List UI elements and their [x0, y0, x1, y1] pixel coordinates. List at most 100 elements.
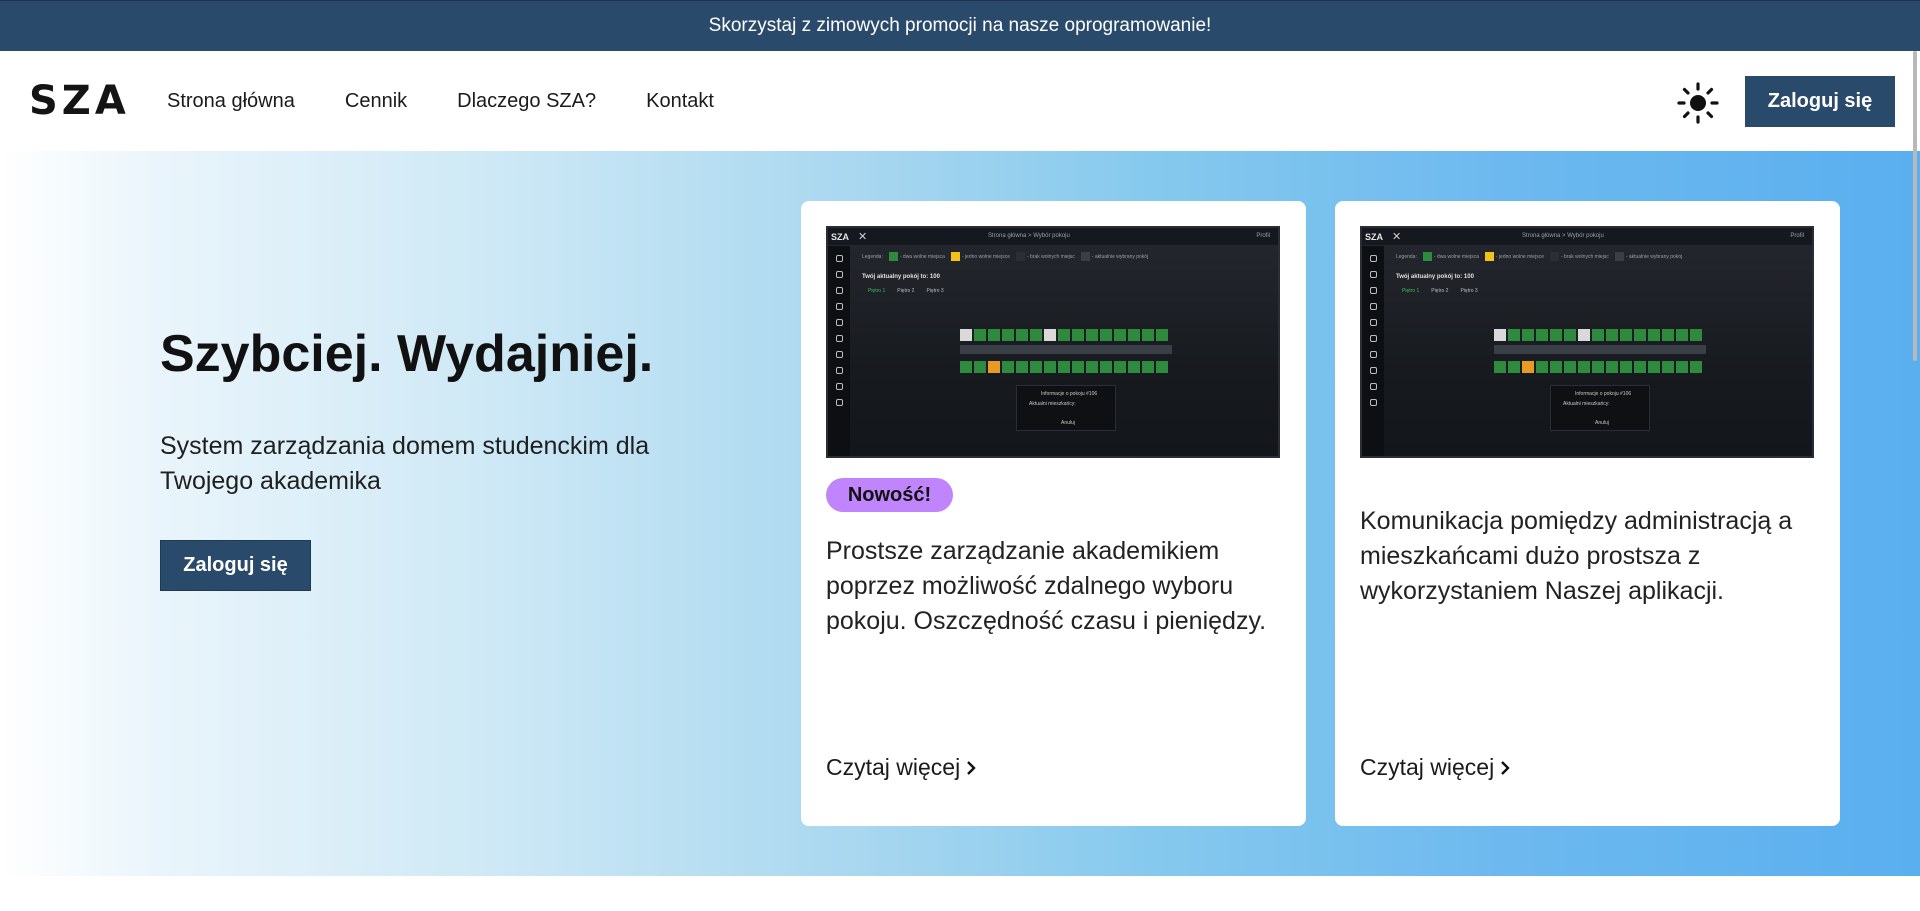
main-menu: Strona główna Cennik Dlaczego SZA? Konta…: [167, 51, 714, 151]
nav-link-why-sza[interactable]: Dlaczego SZA?: [457, 90, 596, 113]
doc-icon: [1369, 303, 1377, 310]
tool-icon: [1369, 351, 1377, 358]
globe-icon: [835, 399, 843, 406]
legend-item: - dwa wolne miejsca: [1422, 252, 1479, 261]
grid-icon: [1369, 383, 1377, 390]
app-screenshot: SZA ✕ Strona główna > Wybór pokoju Profi…: [826, 226, 1280, 458]
legend-item: - aktualnie wybrany pokój: [1614, 252, 1682, 261]
app-main: Legenda: - dwa wolne miejsca - jedno wol…: [850, 246, 1278, 456]
floor-tab: Piętro 2: [897, 288, 915, 294]
clock-icon: [835, 287, 843, 294]
app-room-title: Twój aktualny pokój to: 100: [1396, 274, 1474, 280]
home-icon: [835, 255, 843, 262]
feature-card-room-selection: SZA ✕ Strona główna > Wybór pokoju Profi…: [801, 201, 1306, 826]
image-icon: [1369, 319, 1377, 326]
card-description: Komunikacja pomiędzy administracją a mie…: [1360, 507, 1793, 605]
feature-card-communication: SZA ✕ Strona główna > Wybór pokoju Profi…: [1335, 201, 1840, 826]
app-profile: Profil: [1256, 233, 1270, 239]
corridor: [1494, 345, 1706, 354]
app-topbar: SZA ✕ Strona główna > Wybór pokoju Profi…: [1362, 228, 1812, 246]
read-more-label: Czytaj więcej: [1360, 754, 1495, 780]
logo[interactable]: SZA: [29, 81, 130, 121]
theme-toggle-button[interactable]: [1676, 81, 1720, 125]
app-topbar: SZA ✕ Strona główna > Wybór pokoju Profi…: [828, 228, 1278, 246]
promo-text: Skorzystaj z zimowych promocji na nasze …: [708, 15, 1212, 36]
room-row-bottom: [960, 361, 1168, 373]
sort-icon: [1369, 367, 1377, 374]
info-title: Informacje o pokoju #106: [1575, 391, 1632, 397]
nav-link-home[interactable]: Strona główna: [167, 90, 295, 113]
room-info-dialog: Informacje o pokoju #106 Aktualni mieszk…: [1550, 385, 1650, 431]
app-sidebar: [828, 246, 850, 456]
home-icon: [1369, 255, 1377, 262]
app-floor-tabs: Piętro 1 Piętro 2 Piętro 3: [1402, 288, 1478, 294]
app-legend: Legenda: - dwa wolne miejsca - jedno wol…: [1396, 252, 1682, 261]
app-breadcrumb: Strona główna > Wybór pokoju: [988, 233, 1070, 239]
app-sidebar: [1362, 246, 1384, 456]
read-more-label: Czytaj więcej: [826, 754, 961, 780]
legend-item: - jedno wolne miejsce: [1484, 252, 1544, 261]
info-residents: Aktualni mieszkańcy:: [1563, 401, 1610, 407]
app-profile: Profil: [1790, 233, 1804, 239]
room-info-dialog: Informacje o pokoju #106 Aktualni mieszk…: [1016, 385, 1116, 431]
info-residents: Aktualni mieszkańcy:: [1029, 401, 1076, 407]
image-icon: [835, 319, 843, 326]
new-badge: Nowość!: [826, 478, 953, 512]
globe-icon: [1369, 399, 1377, 406]
app-room-title: Twój aktualny pokój to: 100: [862, 274, 940, 280]
nav-link-contact[interactable]: Kontakt: [646, 90, 714, 113]
top-navbar: SZA Strona główna Cennik Dlaczego SZA? K…: [0, 51, 1920, 151]
read-more-link[interactable]: Czytaj więcej: [826, 754, 976, 781]
door-icon: [835, 271, 843, 278]
promo-banner: Skorzystaj z zimowych promocji na nasze …: [0, 0, 1920, 51]
door-icon: [1369, 271, 1377, 278]
read-more-link[interactable]: Czytaj więcej: [1360, 754, 1510, 781]
nav-link-pricing[interactable]: Cennik: [345, 90, 407, 113]
chat-icon: [835, 335, 843, 342]
app-breadcrumb: Strona główna > Wybór pokoju: [1522, 233, 1604, 239]
chevron-right-icon: [967, 760, 976, 775]
legend-item: - brak wolnych miejsc: [1549, 252, 1609, 261]
room-row-bottom: [1494, 361, 1702, 373]
legend-item: - dwa wolne miejsca: [888, 252, 945, 261]
chat-icon: [1369, 335, 1377, 342]
info-cancel: Anuluj: [1061, 420, 1075, 426]
close-icon: ✕: [1392, 231, 1402, 243]
close-icon: ✕: [858, 231, 868, 243]
app-floor-tabs: Piętro 1 Piętro 2 Piętro 3: [868, 288, 944, 294]
login-button[interactable]: Zaloguj się: [1745, 76, 1895, 127]
hero-section: Szybciej. Wydajniej. System zarządzania …: [0, 151, 1920, 876]
app-main: Legenda: - dwa wolne miejsca - jedno wol…: [1384, 246, 1812, 456]
floor-tab: Piętro 3: [926, 288, 944, 294]
info-title: Informacje o pokoju #106: [1041, 391, 1098, 397]
tool-icon: [835, 351, 843, 358]
legend-label: Legenda:: [1396, 253, 1417, 260]
clock-icon: [1369, 287, 1377, 294]
legend-item: - jedno wolne miejsce: [950, 252, 1010, 261]
hero-subtitle: System zarządzania domem studenckim dla …: [160, 432, 650, 495]
hero-title: Szybciej. Wydajniej.: [160, 325, 654, 383]
floor-tab: Piętro 1: [1402, 288, 1420, 294]
legend-item: - brak wolnych miejsc: [1015, 252, 1075, 261]
corridor: [960, 345, 1172, 354]
room-row-top: [960, 329, 1168, 341]
sort-icon: [835, 367, 843, 374]
doc-icon: [835, 303, 843, 310]
card-description: Prostsze zarządzanie akademikiem poprzez…: [826, 537, 1267, 635]
app-screenshot: SZA ✕ Strona główna > Wybór pokoju Profi…: [1360, 226, 1814, 458]
floor-tab: Piętro 3: [1460, 288, 1478, 294]
legend-item: - aktualnie wybrany pokój: [1080, 252, 1148, 261]
grid-icon: [835, 383, 843, 390]
hero-login-button[interactable]: Zaloguj się: [160, 540, 311, 591]
page-scrollbar[interactable]: [1913, 51, 1917, 361]
floor-tab: Piętro 1: [868, 288, 886, 294]
legend-label: Legenda:: [862, 253, 883, 260]
room-row-top: [1494, 329, 1702, 341]
floor-tab: Piętro 2: [1431, 288, 1449, 294]
app-logo: SZA: [831, 232, 849, 242]
app-legend: Legenda: - dwa wolne miejsca - jedno wol…: [862, 252, 1148, 261]
sun-icon: [1677, 82, 1719, 124]
info-cancel: Anuluj: [1595, 420, 1609, 426]
app-logo: SZA: [1365, 232, 1383, 242]
chevron-right-icon: [1501, 760, 1510, 775]
